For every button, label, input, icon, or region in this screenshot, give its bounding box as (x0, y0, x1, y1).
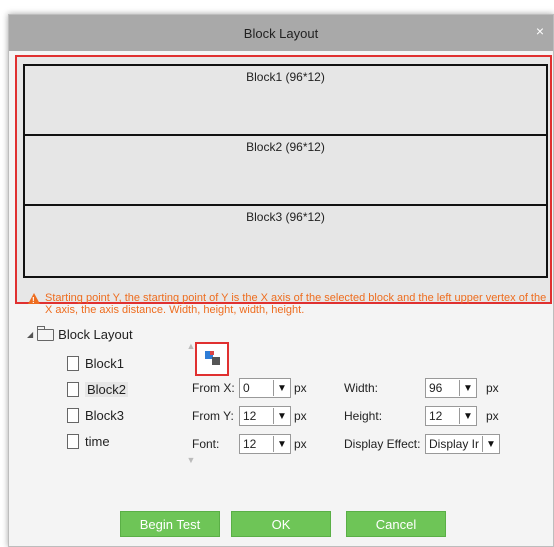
tree-root[interactable]: ◢ Block Layout (27, 325, 133, 342)
from-x-unit: px (294, 381, 307, 395)
warning-message: Starting point Y, the starting point of … (28, 292, 551, 316)
font-unit: px (294, 437, 307, 451)
cancel-button[interactable]: Cancel (346, 511, 446, 537)
dialog-title: Block Layout (243, 25, 319, 41)
width-unit: px (486, 381, 499, 395)
ok-button[interactable]: OK (231, 511, 331, 537)
height-unit: px (486, 409, 499, 423)
from-x-label: From X: (192, 381, 235, 395)
chevron-down-icon[interactable]: ▼ (273, 436, 290, 452)
block-tree: ◢ Block Layout Block1 Block2 Block3 time… (27, 325, 195, 467)
block-2[interactable]: Block2 (96*12) (23, 134, 548, 208)
height-value: 12 (429, 409, 443, 423)
folder-icon (37, 325, 55, 341)
block-layout-dialog: Block Layout × Block1 (96*12) Block2 (96… (8, 14, 554, 547)
font-select[interactable]: 12 ▼ (239, 434, 291, 454)
document-icon (67, 381, 79, 397)
from-x-select[interactable]: 0 ▼ (239, 378, 291, 398)
document-icon (67, 355, 79, 371)
document-icon (67, 407, 79, 423)
tree-expand-icon[interactable]: ◢ (27, 330, 33, 339)
warning-icon (28, 293, 40, 307)
layout-tool-icon-accent (210, 351, 214, 355)
chevron-down-icon[interactable]: ▼ (273, 380, 290, 396)
chevron-down-icon[interactable]: ▼ (482, 436, 499, 452)
document-icon (67, 433, 79, 449)
block-1-label: Block1 (96*12) (246, 70, 325, 84)
block-3-label: Block3 (96*12) (246, 210, 325, 224)
display-effect-value: Display Ir (429, 437, 480, 451)
font-label: Font: (192, 437, 220, 451)
width-select[interactable]: 96 ▼ (425, 378, 477, 398)
chevron-down-icon[interactable]: ▼ (459, 380, 476, 396)
font-value: 12 (243, 437, 257, 451)
height-label: Height: (344, 409, 383, 423)
layout-tool-icon-shadow (212, 357, 220, 365)
chevron-down-icon[interactable]: ▼ (273, 408, 290, 424)
dialog-titlebar: Block Layout × (9, 15, 553, 51)
tree-item-label: Block2 (85, 381, 129, 397)
block-3[interactable]: Block3 (96*12) (23, 204, 548, 278)
tree-item-block2[interactable]: Block2 (67, 379, 129, 399)
chevron-down-icon[interactable]: ▼ (459, 408, 476, 424)
tree-item-label: Block1 (85, 355, 125, 371)
display-effect-select[interactable]: Display Ir ▼ (425, 434, 500, 454)
width-value: 96 (429, 381, 443, 395)
block-2-label: Block2 (96*12) (246, 140, 325, 154)
width-label: Width: (344, 381, 379, 395)
tree-item-time[interactable]: time (67, 431, 110, 451)
tree-root-label: Block Layout (58, 327, 133, 342)
begin-test-button[interactable]: Begin Test (120, 511, 220, 537)
display-effect-label: Display Effect: (344, 437, 421, 451)
from-y-select[interactable]: 12 ▼ (239, 406, 291, 426)
from-y-label: From Y: (192, 409, 234, 423)
tree-item-block3[interactable]: Block3 (67, 405, 124, 425)
from-x-value: 0 (243, 381, 250, 395)
tree-item-label: time (85, 433, 110, 449)
from-y-unit: px (294, 409, 307, 423)
tree-item-label: Block3 (85, 407, 125, 423)
height-select[interactable]: 12 ▼ (425, 406, 477, 426)
layout-tool-button[interactable] (195, 342, 229, 376)
block-preview: Block1 (96*12) Block2 (96*12) Block3 (96… (15, 55, 552, 304)
tree-item-block1[interactable]: Block1 (67, 353, 124, 373)
block-1[interactable]: Block1 (96*12) (23, 64, 548, 138)
from-y-value: 12 (243, 409, 257, 423)
warning-text: Starting point Y, the starting point of … (45, 292, 547, 316)
close-icon[interactable]: × (533, 24, 547, 38)
scroll-down-icon[interactable]: ▼ (185, 455, 197, 465)
